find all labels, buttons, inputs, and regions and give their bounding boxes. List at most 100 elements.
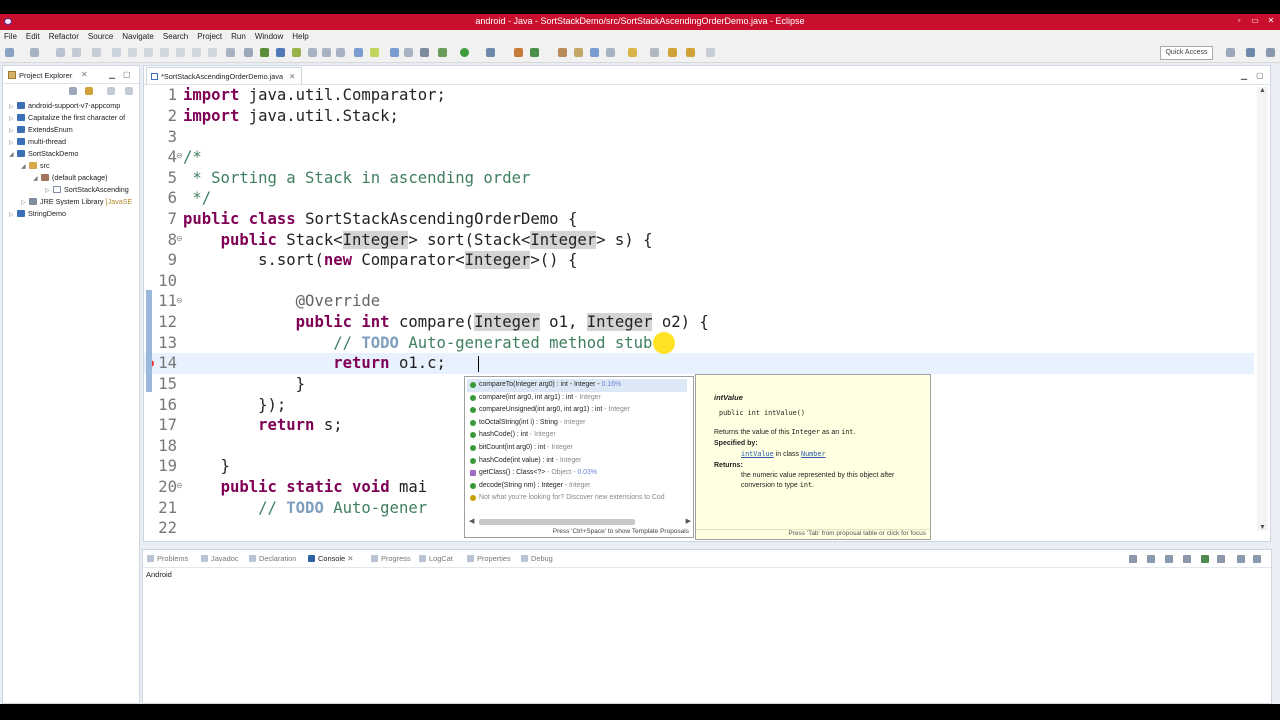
chevron-down-icon[interactable]: ◢ xyxy=(33,173,41,185)
tree-item-android-support[interactable]: ▷ android-support-v7-appcomp xyxy=(9,100,120,112)
coverage-icon[interactable] xyxy=(486,48,495,57)
lint-icon[interactable] xyxy=(292,48,301,57)
chevron-down-icon[interactable]: ◢ xyxy=(21,161,29,173)
maximize-editor-icon[interactable]: ▢ xyxy=(1256,71,1264,80)
tree-item-multi-thread[interactable]: ▷ multi-thread xyxy=(9,136,66,148)
close-icon[interactable]: ✕ xyxy=(347,554,353,563)
content-assist-popup[interactable]: compareTo(Integer arg0) : int - Integer … xyxy=(464,376,694,538)
view-menu-icon[interactable] xyxy=(107,87,115,95)
close-icon[interactable]: ✕ xyxy=(81,70,88,79)
proposal-item[interactable]: decode(String nm) : Integer - Integer xyxy=(467,480,687,493)
spec-method-link[interactable]: intValue xyxy=(741,450,774,458)
scroll-down-icon[interactable]: ▼ xyxy=(1259,524,1266,531)
proposal-item[interactable]: compareTo(Integer arg0) : int - Integer … xyxy=(467,379,687,392)
code-line[interactable]: 1 import java.util.Comparator; xyxy=(144,85,1254,106)
suspend-icon[interactable] xyxy=(144,48,153,57)
project-explorer-tab[interactable]: Project Explorer xyxy=(19,71,72,80)
tree-item-capitalize[interactable]: ▷ Capitalize the first character of xyxy=(9,112,125,124)
step-return-icon[interactable] xyxy=(208,48,217,57)
new-android-project-icon[interactable] xyxy=(308,48,317,57)
quick-access-field[interactable]: Quick Access xyxy=(1160,46,1213,60)
tab-logcat[interactable]: LogCat xyxy=(419,554,453,563)
menu-window[interactable]: Window xyxy=(251,30,288,43)
toggle-mark-icon[interactable] xyxy=(590,48,599,57)
fold-icon[interactable]: ⊖ xyxy=(176,296,183,305)
menu-file[interactable]: File xyxy=(0,30,22,43)
tree-item-sortstackdemo[interactable]: ◢ SortStackDemo xyxy=(9,148,78,160)
menu-source[interactable]: Source xyxy=(84,30,118,43)
tab-declaration[interactable]: Declaration xyxy=(249,554,296,563)
open-perspective-icon[interactable] xyxy=(574,48,583,57)
step-over-icon[interactable] xyxy=(192,48,201,57)
code-line[interactable]: 11 @Override xyxy=(144,291,1254,312)
collapse-all-icon[interactable] xyxy=(69,87,77,95)
proposal-item[interactable]: bitCount(int arg0) : int - Integer xyxy=(467,442,687,455)
prev-annotation-icon[interactable] xyxy=(628,48,637,57)
save-all-icon[interactable] xyxy=(72,48,81,57)
open-task-icon[interactable] xyxy=(404,48,413,57)
tree-item-src[interactable]: ◢ src xyxy=(21,160,50,172)
current-code-line[interactable]: 14 return o1.c; xyxy=(144,353,1254,374)
proposal-item[interactable]: hashCode() : int - Integer xyxy=(467,429,687,442)
chevron-down-icon[interactable]: ◢ xyxy=(9,149,17,161)
proposal-item[interactable]: compareUnsigned(int arg0, int arg1) : in… xyxy=(467,404,687,417)
code-line[interactable]: 2 import java.util.Stack; xyxy=(144,106,1254,127)
code-line[interactable]: 4/* xyxy=(144,147,1254,168)
next-annotation-icon[interactable] xyxy=(606,48,615,57)
code-line[interactable]: 6 */ xyxy=(144,188,1254,209)
open-console-icon[interactable] xyxy=(1217,555,1225,563)
search-icon[interactable] xyxy=(420,48,429,57)
skip-breakpoints-icon[interactable] xyxy=(112,48,121,57)
clear-console-icon[interactable] xyxy=(1165,555,1173,563)
save-icon[interactable] xyxy=(56,48,65,57)
menu-project[interactable]: Project xyxy=(193,30,227,43)
tab-problems[interactable]: Problems xyxy=(147,554,188,563)
maximize-view-icon[interactable]: ▢ xyxy=(123,70,131,79)
open-perspective-button-icon[interactable] xyxy=(1226,48,1235,57)
pin-editor-icon[interactable] xyxy=(706,48,715,57)
open-icon[interactable] xyxy=(30,48,39,57)
new-package-icon[interactable] xyxy=(558,48,567,57)
code-line[interactable]: 5 * Sorting a Stack in ascending order xyxy=(144,168,1254,189)
tree-item-extendsenum[interactable]: ▷ ExtendsEnum xyxy=(9,124,73,136)
terminate-icon[interactable] xyxy=(160,48,169,57)
word-wrap-icon[interactable] xyxy=(1147,555,1155,563)
link-with-editor-icon[interactable] xyxy=(85,87,93,95)
print-icon[interactable] xyxy=(92,48,101,57)
drop-to-frame-icon[interactable] xyxy=(226,48,235,57)
debug-icon[interactable] xyxy=(438,48,447,57)
menu-refactor[interactable]: Refactor xyxy=(45,30,84,43)
proposal-item[interactable]: getClass() : Class<?> - Object - 0.03% xyxy=(467,467,687,480)
menu-search[interactable]: Search xyxy=(159,30,193,43)
scroll-lock-icon[interactable] xyxy=(1129,555,1137,563)
minimize-view-icon[interactable]: ▁ xyxy=(109,70,115,79)
menu-edit[interactable]: Edit xyxy=(22,30,45,43)
tree-item-stringdemo[interactable]: ▷ StringDemo xyxy=(9,208,66,220)
export-apk-icon[interactable] xyxy=(370,48,379,57)
last-edit-icon[interactable] xyxy=(650,48,659,57)
tree-item-jre-library[interactable]: ▷ JRE System Library [JavaSE xyxy=(21,196,132,208)
new-icon[interactable] xyxy=(5,48,14,57)
minimize-view-icon[interactable] xyxy=(1253,555,1261,563)
minimize-editor-icon[interactable]: ▁ xyxy=(1241,71,1249,80)
code-line[interactable]: 13 // TODO Auto-generated method stub xyxy=(144,333,1254,354)
scroll-right-icon[interactable]: ▶ xyxy=(686,517,691,525)
editor-tab[interactable]: *SortStackAscendingOrderDemo.java ✕ xyxy=(146,67,303,84)
code-line[interactable]: 12 public int compare(Integer o1, Intege… xyxy=(144,312,1254,333)
chevron-down-icon[interactable] xyxy=(125,87,133,95)
code-line[interactable]: 3 xyxy=(144,127,1254,148)
avd-manager-icon[interactable] xyxy=(276,48,285,57)
back-icon[interactable] xyxy=(668,48,677,57)
java-perspective-icon[interactable] xyxy=(1246,48,1255,57)
pin-console-icon[interactable] xyxy=(1183,555,1191,563)
proposal-item[interactable]: toOctalString(int i) : String - Integer xyxy=(467,417,687,430)
tree-item-sortstackascending[interactable]: ▷ SortStackAscending xyxy=(45,184,129,196)
javadoc-popup[interactable]: intValue public int intValue() Returns t… xyxy=(695,374,931,540)
scrollbar-thumb[interactable] xyxy=(479,519,635,525)
editor-vertical-scrollbar[interactable]: ▲ ▼ xyxy=(1257,87,1268,531)
close-button[interactable]: ✕ xyxy=(1264,15,1278,27)
proposal-item[interactable]: compare(int arg0, int arg1) : int - Inte… xyxy=(467,392,687,405)
new-java-class-icon[interactable] xyxy=(530,48,539,57)
use-step-filters-icon[interactable] xyxy=(244,48,253,57)
tab-console[interactable]: Console ✕ xyxy=(308,554,353,563)
